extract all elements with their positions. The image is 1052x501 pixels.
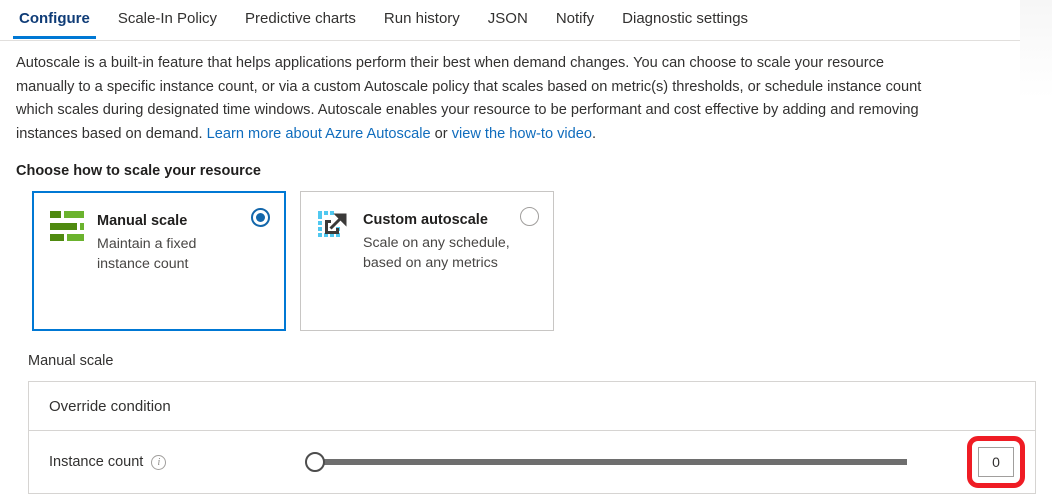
override-condition-label: Override condition [49, 397, 171, 415]
instance-count-input[interactable]: 0 [978, 447, 1014, 477]
learn-more-link[interactable]: Learn more about Azure Autoscale [207, 126, 431, 142]
instance-count-row: Instance count i 0 [29, 431, 1035, 493]
manual-scale-panel: Override condition Instance count i 0 [28, 381, 1036, 494]
instance-count-annotation: 0 [967, 436, 1025, 488]
tab-label: Configure [19, 10, 90, 27]
instance-count-field-label: Instance count i [49, 454, 299, 470]
slider-thumb[interactable] [305, 452, 325, 472]
tab-scale-in-policy[interactable]: Scale-In Policy [104, 0, 231, 39]
override-condition-row: Override condition [29, 382, 1035, 431]
expand-arrow-icon [317, 210, 350, 241]
levels-icon [50, 211, 84, 241]
description-period: . [592, 125, 597, 142]
tab-diagnostic-settings[interactable]: Diagnostic settings [608, 0, 762, 39]
info-icon[interactable]: i [151, 454, 167, 470]
card-title: Manual scale [97, 213, 188, 229]
scale-option-cards: Manual scale Maintain a fixed instance c… [32, 191, 1052, 331]
tab-json[interactable]: JSON [474, 0, 542, 39]
page-title: Choose how to scale your resource [16, 163, 261, 179]
tab-run-history[interactable]: Run history [370, 0, 474, 39]
tab-notify[interactable]: Notify [542, 0, 608, 39]
card-manual-scale[interactable]: Manual scale Maintain a fixed instance c… [32, 191, 286, 331]
description-connector: or [430, 125, 452, 142]
manual-scale-panel-label: Manual scale [28, 353, 114, 369]
card-title: Custom autoscale [363, 212, 488, 228]
tab-label: JSON [487, 10, 528, 27]
tab-label: Diagnostic settings [622, 10, 749, 27]
instance-count-label: Instance count [49, 454, 144, 470]
card-subtitle: Maintain a fixed instance count [97, 236, 197, 272]
radio-manual-scale[interactable] [251, 208, 270, 227]
tab-configure[interactable]: Configure [5, 0, 104, 39]
card-custom-autoscale[interactable]: Custom autoscale Scale on any schedule, … [300, 191, 554, 331]
tab-bar: Configure Scale-In Policy Predictive cha… [0, 0, 1052, 41]
radio-custom-autoscale[interactable] [520, 207, 539, 226]
tab-predictive-charts[interactable]: Predictive charts [231, 0, 370, 39]
autoscale-description: Autoscale is a built-in feature that hel… [0, 41, 1000, 146]
card-subtitle: Scale on any schedule, based on any metr… [363, 235, 510, 271]
how-to-video-link[interactable]: view the how-to video [452, 126, 592, 142]
tab-label: Notify [555, 10, 595, 27]
instance-count-slider[interactable] [299, 452, 959, 472]
tab-label: Scale-In Policy [117, 10, 218, 27]
tab-label: Run history [383, 10, 460, 27]
slider-track[interactable] [317, 459, 907, 465]
tab-label: Predictive charts [245, 10, 356, 27]
